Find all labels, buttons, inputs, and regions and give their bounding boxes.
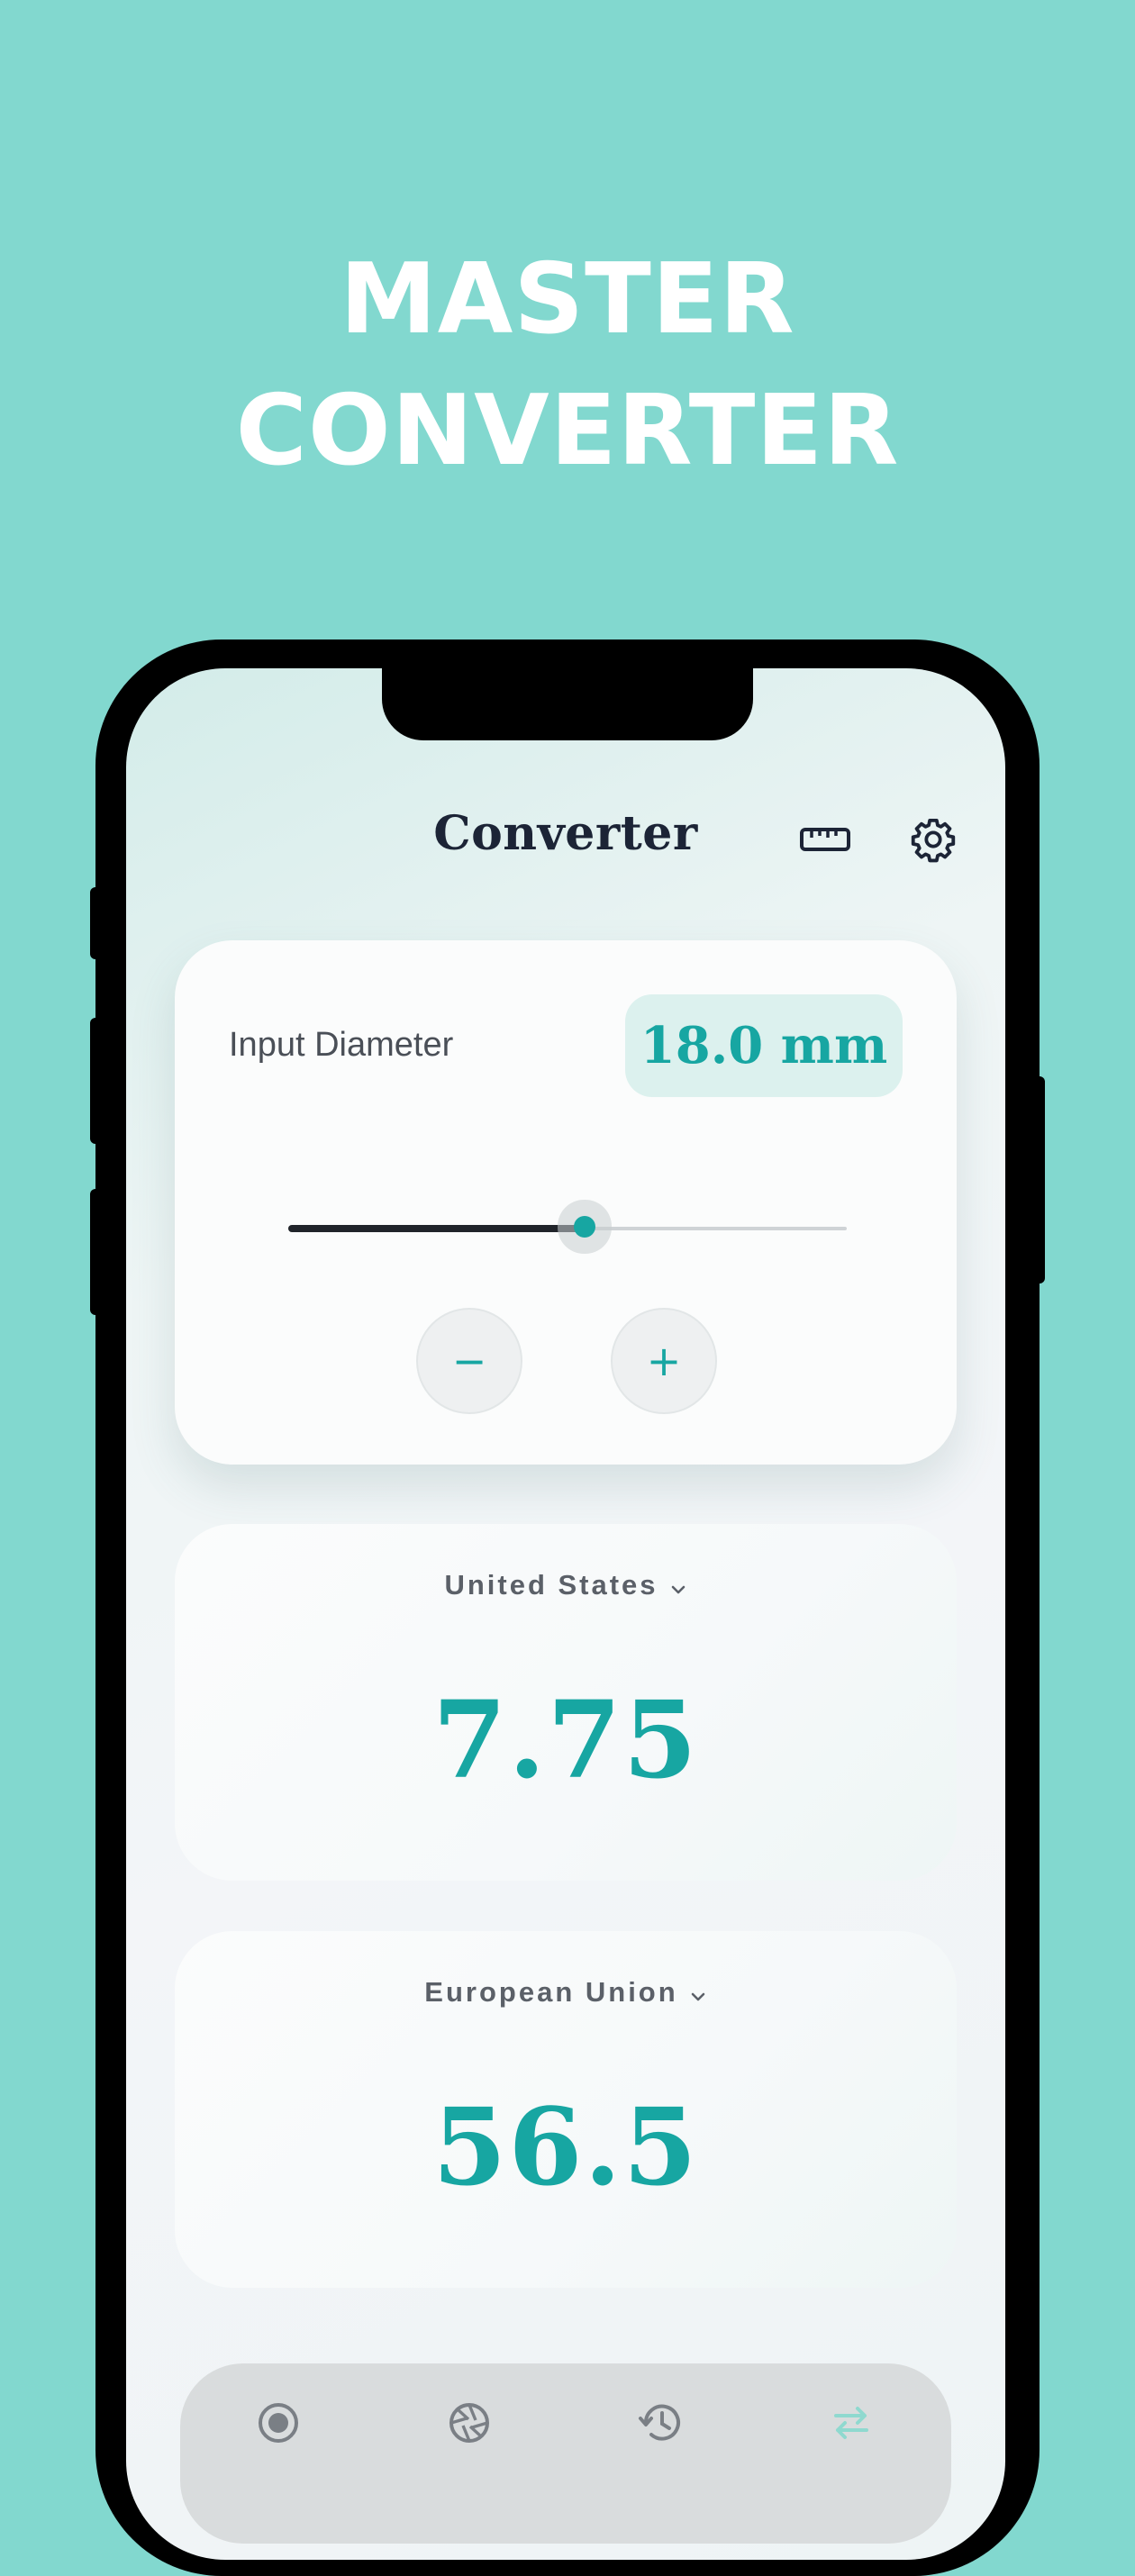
result-card-eu: European Union 56.5 (175, 1931, 957, 2288)
result-value-eu: 56.5 (432, 2084, 699, 2209)
record-icon[interactable] (251, 2396, 305, 2450)
phone-notch (382, 668, 753, 740)
region-selector-eu[interactable]: European Union (175, 1976, 957, 2010)
aperture-icon[interactable] (442, 2396, 496, 2450)
gear-icon[interactable] (904, 811, 962, 868)
region-selector-us[interactable]: United States (175, 1569, 957, 1603)
result-value-us: 7.75 (432, 1677, 699, 1802)
chevron-down-icon (689, 1978, 707, 2010)
slider-fill (288, 1225, 585, 1232)
diameter-slider[interactable] (288, 1216, 847, 1238)
region-label: European Union (424, 1976, 678, 2008)
bottom-tab-bar (180, 2363, 951, 2544)
region-label: United States (444, 1569, 658, 1601)
promo-headline-line1: MASTER (340, 243, 795, 356)
input-value-display[interactable]: 18.0 mm (625, 994, 903, 1097)
promo-headline-line2: CONVERTER (235, 375, 900, 487)
input-diameter-label: Input Diameter (229, 1026, 454, 1064)
swap-icon[interactable] (824, 2396, 878, 2450)
increment-button[interactable]: + (611, 1308, 717, 1414)
promo-headline: MASTER CONVERTER (0, 234, 1135, 497)
input-card: Input Diameter 18.0 mm − + (175, 940, 957, 1465)
decrement-button[interactable]: − (416, 1308, 522, 1414)
result-card-us: United States 7.75 (175, 1524, 957, 1881)
chevron-down-icon (669, 1571, 687, 1603)
ruler-icon[interactable] (796, 811, 854, 868)
app-title: Converter (433, 806, 698, 861)
slider-thumb[interactable] (573, 1216, 595, 1238)
history-icon[interactable] (633, 2396, 687, 2450)
